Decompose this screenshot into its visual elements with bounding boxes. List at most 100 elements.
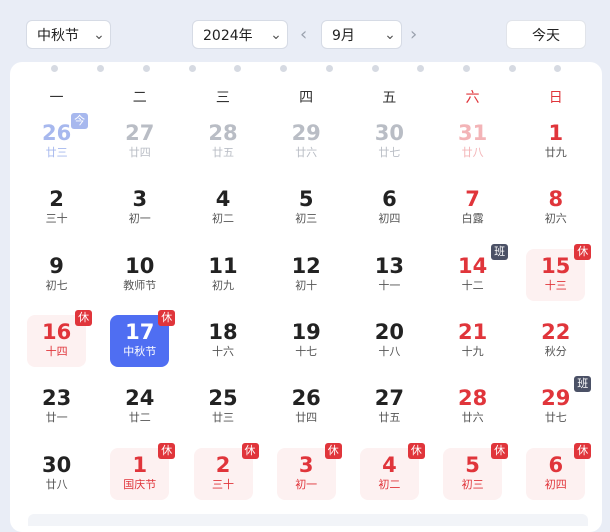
day-number: 11 xyxy=(208,253,238,278)
weekday-label: 五 xyxy=(382,90,397,106)
lunar-date: 廿七 xyxy=(378,146,401,159)
weekday-label: 四 xyxy=(299,90,314,106)
lunar-date: 初九 xyxy=(212,278,234,292)
binder-dot xyxy=(51,65,58,72)
day-cell[interactable]: 27 廿五 xyxy=(360,381,419,433)
workday-badge: 班 xyxy=(574,376,592,393)
day-number: 1 xyxy=(548,121,564,145)
day-number: 31 xyxy=(457,121,488,145)
lunar-date: 初三 xyxy=(295,212,318,226)
day-cell[interactable]: 22 秋分 xyxy=(526,315,585,367)
day-cell[interactable]: 4 初二休 xyxy=(359,442,425,500)
lunar-date: 十八 xyxy=(378,344,401,358)
lunar-date: 秋分 xyxy=(544,344,567,358)
day-cell-selected[interactable]: 17 中秋节休 xyxy=(110,309,176,367)
day-cell[interactable]: 13 十一 xyxy=(360,249,419,301)
day-cell[interactable]: 11 初九 xyxy=(194,249,253,301)
day-cell[interactable]: 7 白露 xyxy=(443,182,502,234)
day-number: 30 xyxy=(41,452,72,477)
lunar-date: 十四 xyxy=(45,344,68,358)
month-select[interactable]: 9月 ⌄ xyxy=(321,20,402,49)
year-select[interactable]: 2024年 ⌄ xyxy=(192,20,288,49)
day-cell[interactable]: 8 初六 xyxy=(526,182,585,234)
day-number: 12 xyxy=(291,253,321,278)
day-number: 10 xyxy=(125,253,155,278)
lunar-date: 廿六 xyxy=(461,411,484,425)
day-cell[interactable]: 2 三十休 xyxy=(193,442,259,500)
day-cell[interactable]: 26 廿四 xyxy=(277,381,336,433)
day-number: 28 xyxy=(457,386,488,411)
chevron-down-icon: ⌄ xyxy=(270,26,282,43)
chevron-right-icon[interactable]: › xyxy=(410,22,417,48)
day-number: 5 xyxy=(298,187,314,212)
day-cell[interactable]: 30 廿八 xyxy=(27,448,86,500)
day-cell[interactable]: 9 初七 xyxy=(27,249,86,301)
day-cell[interactable]: 3 初一 xyxy=(110,182,169,234)
day-cell[interactable]: 26 廿三今 xyxy=(27,113,89,168)
weekday-label: 六 xyxy=(465,90,480,106)
day-cell[interactable]: 27 廿四 xyxy=(110,116,169,168)
holiday-badge: 休 xyxy=(324,442,342,459)
lunar-date: 中秋节 xyxy=(123,344,157,358)
binder-dot xyxy=(509,65,516,72)
lunar-date: 国庆节 xyxy=(123,477,157,491)
day-cell[interactable]: 25 廿三 xyxy=(194,381,253,433)
day-number: 22 xyxy=(541,319,571,344)
lunar-date: 廿八 xyxy=(45,477,68,491)
day-number: 25 xyxy=(208,386,238,411)
day-number: 7 xyxy=(465,187,480,212)
day-number: 18 xyxy=(208,319,238,344)
today-button[interactable]: 今天 xyxy=(506,20,586,49)
day-cell[interactable]: 2 三十 xyxy=(27,182,86,234)
lunar-date: 廿五 xyxy=(378,411,401,425)
lunar-date: 初四 xyxy=(544,477,567,491)
day-cell[interactable]: 3 初一休 xyxy=(276,442,342,500)
day-cell[interactable]: 15 十三休 xyxy=(526,243,592,301)
chevron-left-icon[interactable]: ‹ xyxy=(300,22,307,48)
day-cell[interactable]: 5 初三 xyxy=(277,182,336,234)
holiday-select[interactable]: 中秋节 ⌄ xyxy=(26,20,111,49)
lunar-date: 廿九 xyxy=(544,146,567,159)
weekday-label: 日 xyxy=(548,90,563,106)
day-cell[interactable]: 29 廿六 xyxy=(277,116,336,168)
holiday-select-value: 中秋节 xyxy=(37,27,79,44)
day-cell[interactable]: 18 十六 xyxy=(194,315,253,367)
binder-dot xyxy=(372,65,379,72)
day-number: 21 xyxy=(457,319,488,344)
day-cell[interactable]: 28 廿五 xyxy=(194,116,253,168)
binder-dot xyxy=(463,65,470,72)
day-cell[interactable]: 6 初四休 xyxy=(526,442,592,500)
day-cell[interactable]: 1 廿九 xyxy=(526,116,585,168)
binder-dot xyxy=(189,65,196,72)
day-cell[interactable]: 6 初四 xyxy=(360,182,419,234)
lunar-date: 十二 xyxy=(461,278,484,292)
day-cell[interactable]: 23 廿一 xyxy=(27,381,86,433)
day-cell[interactable]: 24 廿二 xyxy=(110,381,169,433)
day-cell[interactable]: 30 廿七 xyxy=(360,116,419,168)
day-cell[interactable]: 31 廿八 xyxy=(443,116,502,168)
day-cell[interactable]: 20 十八 xyxy=(360,315,419,367)
day-cell[interactable]: 10 教师节 xyxy=(110,249,169,301)
day-cell[interactable]: 1 国庆节休 xyxy=(110,442,176,500)
day-cell[interactable]: 29 廿七班 xyxy=(526,376,592,433)
day-cell[interactable]: 19 十七 xyxy=(277,315,336,367)
holiday-badge: 休 xyxy=(491,442,509,459)
lunar-date: 教师节 xyxy=(123,278,157,292)
lunar-date: 三十 xyxy=(45,212,68,226)
day-cell[interactable]: 21 十九 xyxy=(443,315,502,367)
day-cell[interactable]: 16 十四休 xyxy=(27,309,93,367)
day-cell[interactable]: 14 十二班 xyxy=(443,243,509,301)
day-cell[interactable]: 12 初十 xyxy=(277,249,336,301)
day-cell[interactable]: 4 初二 xyxy=(194,182,253,234)
lunar-date: 十九 xyxy=(461,344,484,358)
binder-dot xyxy=(554,65,561,72)
day-cell[interactable]: 28 廿六 xyxy=(443,381,502,433)
lunar-date: 初十 xyxy=(295,278,318,292)
day-cell[interactable]: 5 初三休 xyxy=(443,442,509,500)
binder-dot xyxy=(234,65,241,72)
lunar-date: 廿七 xyxy=(544,411,567,425)
lunar-date: 廿二 xyxy=(128,411,151,425)
holiday-badge: 休 xyxy=(574,243,592,260)
chevron-down-icon: ⌄ xyxy=(384,26,396,43)
lunar-date: 廿四 xyxy=(295,411,318,425)
